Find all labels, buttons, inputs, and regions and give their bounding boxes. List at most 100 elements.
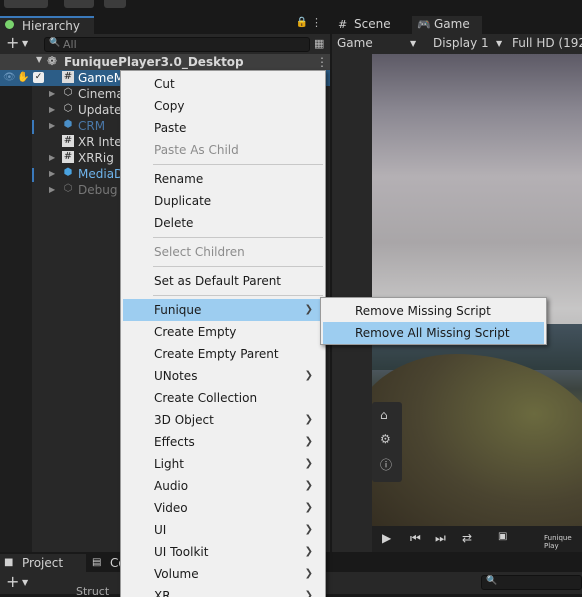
chevron-right-icon: ❯ bbox=[304, 458, 313, 469]
tab-scene[interactable]: # Scene bbox=[332, 16, 410, 34]
resolution-dropdown[interactable]: Full HD (192 bbox=[512, 36, 582, 50]
menu-item-label: Cut bbox=[154, 77, 175, 91]
chevron-right-icon: ❯ bbox=[304, 414, 313, 425]
expand-triangle-icon[interactable]: ▶ bbox=[49, 150, 55, 166]
gameobject-icon: ⬡ bbox=[63, 183, 73, 194]
menu-item-label: Remove Missing Script bbox=[355, 304, 491, 318]
add-icon[interactable]: + bbox=[6, 35, 19, 51]
menu-item-delete[interactable]: Delete bbox=[123, 212, 323, 234]
add-icon[interactable]: + bbox=[6, 574, 19, 590]
menu-item-audio[interactable]: Audio ❯ bbox=[123, 475, 323, 497]
chevron-down-icon[interactable]: ▼ bbox=[22, 39, 28, 48]
account-dropdown[interactable] bbox=[4, 0, 48, 8]
script-icon: # bbox=[62, 135, 74, 147]
skip-back-icon[interactable]: ⏮ bbox=[410, 531, 421, 546]
pick-hand-icon[interactable]: ✋ bbox=[17, 70, 29, 86]
menu-item-funique[interactable]: Funique ❯ bbox=[123, 299, 323, 321]
menu-item-create-empty-parent[interactable]: Create Empty Parent bbox=[123, 343, 323, 365]
collab-button[interactable] bbox=[104, 0, 126, 8]
menu-item-label: Create Empty bbox=[154, 325, 237, 339]
player-controls: ▶ ⏮ ⏭ ⇄ ▣ Funique Play bbox=[372, 526, 582, 552]
game-controls: Game ▼ Display 1 ▼ Full HD (192 bbox=[332, 34, 582, 54]
tab-project-label: Project bbox=[22, 556, 64, 570]
menu-item-xr[interactable]: XR ❯ bbox=[123, 585, 323, 597]
menu-item-label: Light bbox=[154, 457, 184, 471]
expand-triangle-icon[interactable]: ▶ bbox=[49, 166, 55, 182]
menu-item-create-empty[interactable]: Create Empty bbox=[123, 321, 323, 343]
game-dropdown[interactable]: Game bbox=[337, 36, 373, 50]
chevron-right-icon: ❯ bbox=[304, 436, 313, 447]
row-label: XRRig bbox=[78, 151, 114, 165]
menu-item-ui[interactable]: UI ❯ bbox=[123, 519, 323, 541]
home-icon[interactable]: ⌂ bbox=[380, 408, 388, 422]
display-dropdown[interactable]: Display 1 bbox=[433, 36, 489, 50]
active-checkbox[interactable]: ✓ bbox=[33, 72, 44, 83]
play-icon[interactable]: ▶ bbox=[382, 531, 391, 545]
menu-item-remove-missing-script[interactable]: Remove Missing Script bbox=[323, 300, 544, 322]
menu-item-effects[interactable]: Effects ❯ bbox=[123, 431, 323, 453]
game-panel: # Scene 🎮 Game Game ▼ Display 1 ▼ Full H… bbox=[332, 14, 582, 552]
player-caption: Funique Play bbox=[544, 534, 572, 550]
menu-item-light[interactable]: Light ❯ bbox=[123, 453, 323, 475]
scene-kebab-icon[interactable]: ⋮ bbox=[316, 54, 328, 70]
menu-item-label: Create Empty Parent bbox=[154, 347, 279, 361]
menu-item-copy[interactable]: Copy bbox=[123, 95, 323, 117]
vr-headset-icon[interactable]: ▣ bbox=[498, 531, 507, 542]
menu-item-label: Funique bbox=[154, 303, 202, 317]
filter-icon[interactable]: ▦ bbox=[314, 37, 324, 50]
menu-item-volume[interactable]: Volume ❯ bbox=[123, 563, 323, 585]
loop-icon[interactable]: ⇄ bbox=[462, 531, 472, 545]
menu-item-duplicate[interactable]: Duplicate bbox=[123, 190, 323, 212]
game-viewport[interactable] bbox=[372, 54, 582, 526]
hierarchy-search-row: + ▼ 🔍 All ▦ bbox=[0, 34, 330, 54]
tab-game[interactable]: 🎮 Game bbox=[412, 16, 482, 34]
scene-grid-icon: # bbox=[338, 18, 348, 31]
menu-item-rename[interactable]: Rename bbox=[123, 168, 323, 190]
menu-item-paste[interactable]: Paste bbox=[123, 117, 323, 139]
chevron-down-icon[interactable]: ▼ bbox=[410, 39, 416, 48]
menu-separator bbox=[153, 295, 323, 296]
eye-icon[interactable]: 👁 bbox=[3, 70, 16, 86]
expand-triangle-icon[interactable]: ▶ bbox=[49, 182, 55, 198]
menu-item-ui-toolkit[interactable]: UI Toolkit ❯ bbox=[123, 541, 323, 563]
expand-triangle-icon[interactable]: ▼ bbox=[36, 55, 42, 64]
search-icon: 🔍 bbox=[486, 576, 498, 586]
menu-item-cut[interactable]: Cut bbox=[123, 73, 323, 95]
hierarchy-search-input[interactable]: 🔍 All bbox=[44, 37, 310, 52]
info-icon[interactable]: ⓘ bbox=[380, 456, 392, 473]
menu-item-paste-as-child: Paste As Child bbox=[123, 139, 323, 161]
chevron-right-icon: ❯ bbox=[304, 546, 313, 557]
chevron-down-icon[interactable]: ▼ bbox=[22, 578, 28, 587]
console-icon: ▤ bbox=[92, 557, 102, 568]
menu-item-video[interactable]: Video ❯ bbox=[123, 497, 323, 519]
scene-row[interactable]: ▼ ❁ FuniquePlayer3.0_Desktop ⋮ bbox=[0, 54, 330, 70]
expand-triangle-icon[interactable]: ▶ bbox=[49, 102, 55, 118]
chevron-right-icon: ❯ bbox=[304, 304, 313, 315]
gamepad-icon: 🎮 bbox=[417, 18, 431, 31]
lock-icon[interactable]: 🔒 bbox=[296, 17, 308, 28]
menu-item-label: Video bbox=[154, 501, 188, 515]
gear-icon[interactable]: ⚙ bbox=[380, 432, 391, 446]
tab-hierarchy[interactable]: Hierarchy bbox=[0, 16, 94, 34]
expand-triangle-icon[interactable]: ▶ bbox=[49, 86, 55, 102]
menu-separator bbox=[153, 266, 323, 267]
kebab-menu-icon[interactable]: ⋮ bbox=[311, 16, 322, 29]
row-label: Cinema bbox=[78, 87, 124, 101]
menu-item-remove-all-missing-script[interactable]: Remove All Missing Script bbox=[323, 322, 544, 344]
tab-project[interactable]: ■ Project bbox=[0, 554, 86, 572]
chevron-right-icon: ❯ bbox=[304, 524, 313, 535]
skip-forward-icon[interactable]: ⏭ bbox=[435, 531, 446, 546]
menu-item-label: UI Toolkit bbox=[154, 545, 209, 559]
tab-hierarchy-label: Hierarchy bbox=[22, 19, 81, 33]
menu-item-3d-object[interactable]: 3D Object ❯ bbox=[123, 409, 323, 431]
expand-triangle-icon[interactable]: ▶ bbox=[49, 118, 55, 134]
menu-item-create-collection[interactable]: Create Collection bbox=[123, 387, 323, 409]
main-toolbar bbox=[0, 0, 582, 14]
menu-item-set-default-parent[interactable]: Set as Default Parent bbox=[123, 270, 323, 292]
folder-icon: ■ bbox=[4, 557, 14, 568]
chevron-right-icon: ❯ bbox=[304, 502, 313, 513]
project-search-input[interactable]: 🔍 bbox=[481, 575, 582, 590]
chevron-down-icon[interactable]: ▼ bbox=[496, 39, 502, 48]
menu-item-unotes[interactable]: UNotes ❯ bbox=[123, 365, 323, 387]
cloud-button[interactable] bbox=[64, 0, 94, 8]
